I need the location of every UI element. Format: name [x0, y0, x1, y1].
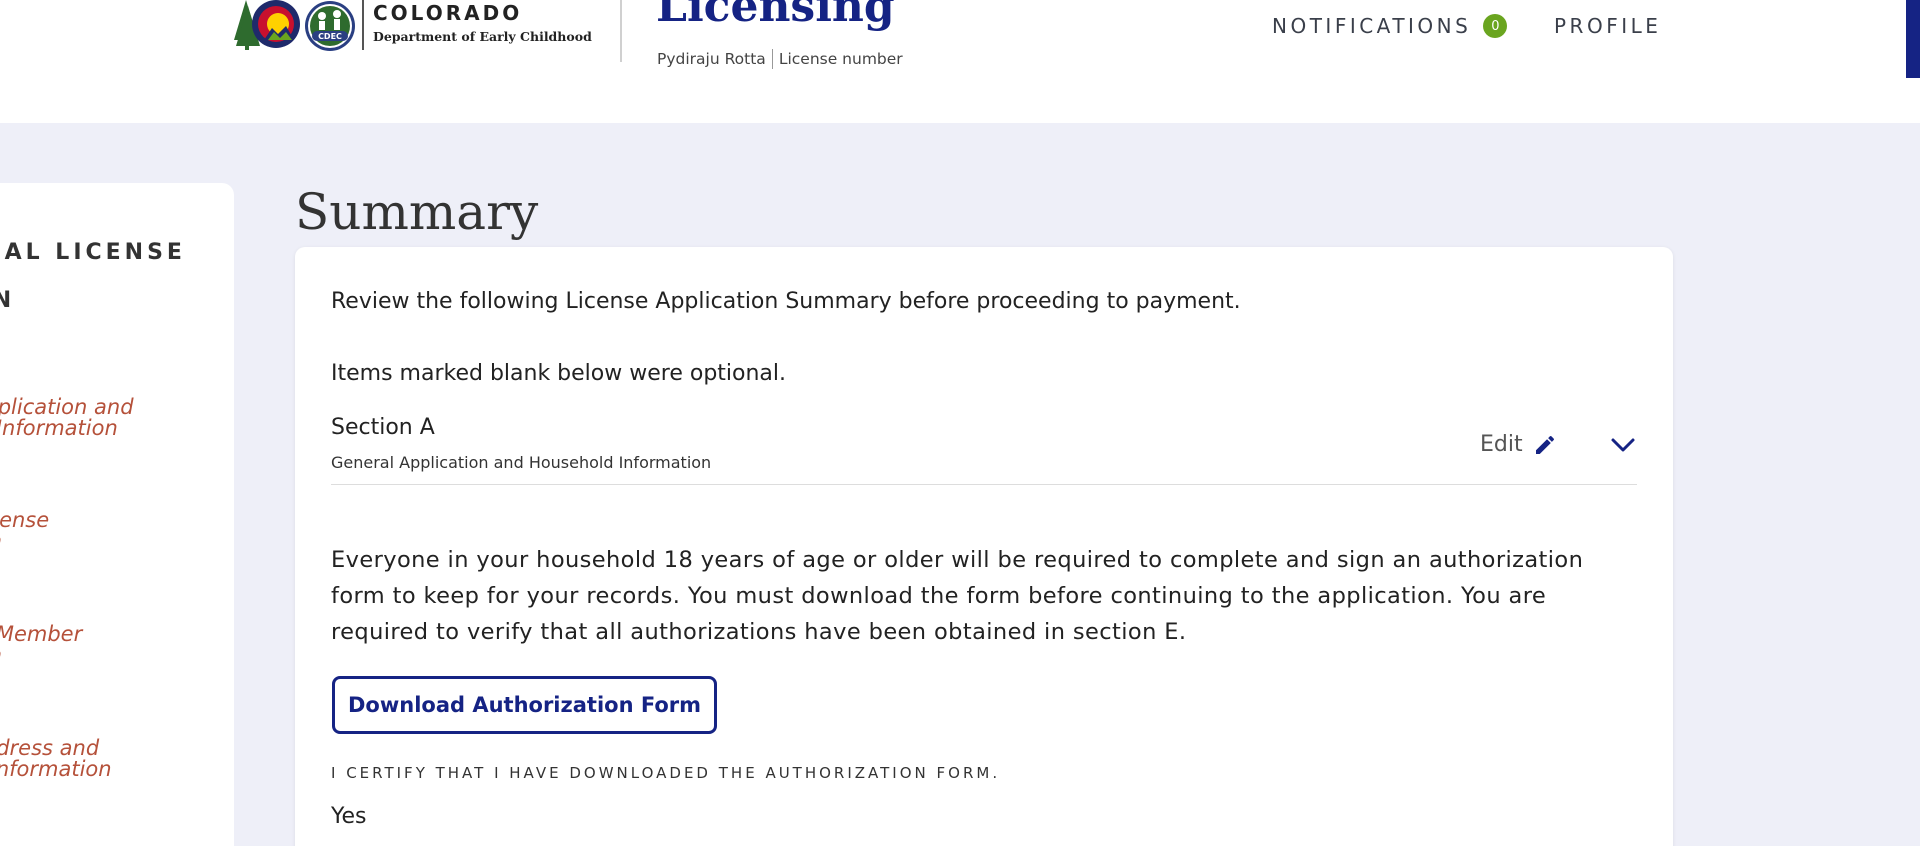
sidebar-title-line-1: INAL LICENSE — [0, 240, 186, 265]
logo-divider — [362, 0, 364, 50]
section-a-header[interactable]: Section A General Application and Househ… — [331, 415, 1637, 485]
sidebar-item-section: C — [0, 600, 82, 624]
sidebar-item-section-a[interactable]: A Application and ld Information — [0, 373, 134, 439]
sidebar-item-desc-line-2: ion — [0, 531, 49, 552]
notifications-label: NOTIFICATIONS — [1272, 14, 1472, 38]
notifications-count-badge: 0 — [1483, 14, 1508, 38]
sidebar-title-line-2: ON — [0, 288, 16, 313]
cdec-badge-text: CDEC — [318, 32, 342, 41]
user-info-divider — [771, 49, 773, 69]
scroll-accent-bar — [1906, 0, 1920, 78]
sidebar-item-desc-line-2: ld Information — [0, 416, 118, 440]
pencil-icon — [1535, 435, 1554, 454]
sidebar-item-section: A — [0, 373, 134, 397]
sidebar-title: INAL LICENSE ON — [0, 229, 186, 325]
page-title: Summary — [295, 183, 539, 241]
header-divider — [620, 0, 622, 62]
summary-card: Review the following License Application… — [295, 247, 1673, 846]
profile-link[interactable]: PROFILE — [1554, 14, 1661, 38]
top-header: CDEC COLORADO Department of Early Childh… — [0, 0, 1920, 123]
sidebar-item-desc-line-2: ion — [0, 645, 82, 666]
intro-text: Review the following License Application… — [331, 289, 1241, 314]
download-authorization-form-button[interactable]: Download Authorization Form — [332, 676, 717, 734]
license-number-label: License number — [778, 50, 903, 68]
sidebar-item-section: D — [0, 714, 112, 738]
logo-title: COLORADO — [373, 1, 523, 25]
section-subtitle: General Application and Household Inform… — [331, 453, 712, 472]
chevron-down-icon[interactable] — [1609, 435, 1637, 455]
user-info: Pydiraju Rotta License number — [657, 49, 903, 69]
sidebar-item-desc-line-1: address and — [0, 736, 100, 760]
sidebar-item-desc-line-2: g information — [0, 757, 112, 781]
cdec-badge-icon: CDEC — [305, 1, 355, 51]
sidebar-item-desc-line-1: License — [0, 508, 50, 532]
authorization-instructions: Everyone in your household 18 years of a… — [331, 547, 1584, 645]
section-title: Section A — [331, 415, 435, 440]
edit-label: Edit — [1480, 432, 1523, 457]
sidebar-item-desc-line-1: ld Member — [0, 622, 83, 646]
sidebar-item-section: B — [0, 486, 49, 510]
colorado-cdec-logo[interactable]: CDEC COLORADO Department of Early Childh… — [234, 0, 592, 52]
certify-label: I CERTIFY THAT I HAVE DOWNLOADED THE AUT… — [331, 764, 1001, 782]
colorado-c-logo-icon — [234, 0, 300, 50]
logo-subtitle: Department of Early Childhood — [373, 29, 592, 44]
certify-answer: Yes — [331, 804, 367, 829]
optional-note: Items marked blank below were optional. — [331, 361, 787, 386]
sidebar-item-desc-line-1: Application and — [0, 395, 134, 419]
sidebar-item-section-c[interactable]: C ld Member ion — [0, 600, 82, 666]
user-name: Pydiraju Rotta — [657, 50, 766, 68]
sidebar-item-section-d[interactable]: D address and g information — [0, 714, 112, 780]
edit-section-button[interactable]: Edit — [1480, 432, 1557, 457]
notifications-link[interactable]: NOTIFICATIONS 0 — [1272, 14, 1508, 38]
app-title: Licensing — [656, 0, 895, 32]
sidebar-item-section-b[interactable]: B License ion — [0, 486, 49, 552]
